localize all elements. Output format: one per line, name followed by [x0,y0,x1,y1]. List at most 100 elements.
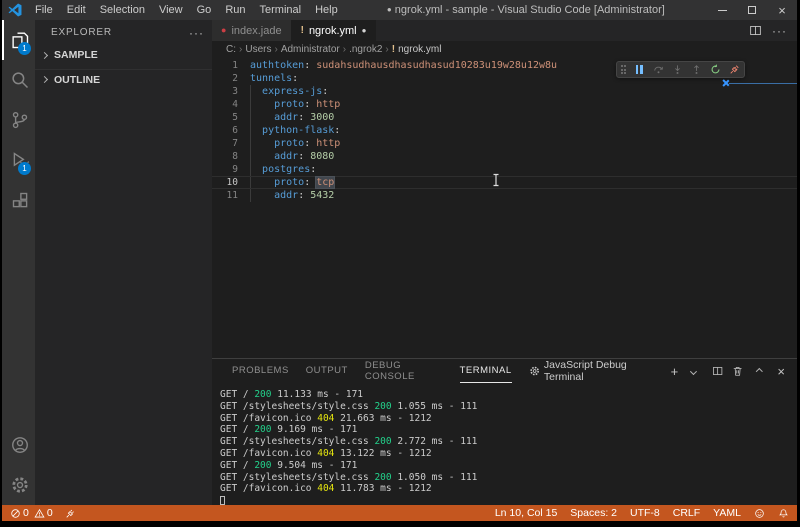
code-line-7[interactable]: 7 proto: http [212,137,797,150]
menu-go[interactable]: Go [190,0,219,20]
new-terminal-button[interactable]: + [671,365,679,378]
status-yaml[interactable]: YAML [713,507,741,519]
explorer-badge: 1 [18,42,31,55]
maximize-panel-chevron-icon[interactable] [756,368,763,375]
status-spaces-2[interactable]: Spaces: 2 [570,507,617,519]
tab-index-jade[interactable]: ● index.jade [212,20,292,41]
menu-run[interactable]: Run [218,0,252,20]
code-line-8[interactable]: 8 addr: 8080 [212,150,797,163]
sidebar-section-outline[interactable]: OUTLINE [35,69,212,89]
editor-more-actions-button[interactable]: ··· [772,24,787,38]
activity-bar: 1 1 [2,20,35,505]
close-button[interactable]: × [767,0,797,20]
menu-help[interactable]: Help [308,0,345,20]
notifications-bell-button[interactable] [778,508,789,519]
activity-settings-button[interactable] [2,465,35,505]
split-terminal-icon[interactable] [712,365,723,377]
explorer-sidebar: EXPLORER ··· SAMPLE OUTLINE [35,20,212,505]
code-line-3[interactable]: 3 express-js: [212,85,797,98]
code-line-11[interactable]: 11 addr: 5432 [212,189,797,202]
feedback-smiley-button[interactable] [754,508,765,519]
error-icon [10,508,21,519]
code-line-9[interactable]: 9 postgres: [212,163,797,176]
code-line-6[interactable]: 6 python-flask: [212,124,797,137]
panel-tab-problems[interactable]: PROBLEMS [232,359,289,383]
kill-terminal-trash-icon[interactable] [732,365,743,377]
breadcrumb-separator-icon: › [343,44,346,55]
step-out-button[interactable] [690,64,702,76]
bell-icon [778,508,789,519]
activity-run-debug-button[interactable]: 1 [2,140,35,180]
maximize-icon [748,6,756,14]
activity-explorer-button[interactable]: 1 [2,20,35,60]
editor-tab-bar: ● index.jade ! ngrok.yml ● ··· [212,20,797,41]
activity-source-control-button[interactable] [2,100,35,140]
menu-file[interactable]: File [28,0,60,20]
bottom-panel: PROBLEMS OUTPUT DEBUG CONSOLE TERMINAL Java… [212,358,797,505]
problems-status-button[interactable]: 0 0 [10,507,53,519]
dirty-dot-icon[interactable]: ● [362,27,367,35]
breadcrumb: C:›Users›Administrator›.ngrok2›!ngrok.ym… [212,41,797,57]
warning-icon [34,508,45,519]
code-line-5[interactable]: 5 addr: 3000 [212,111,797,124]
debug-badge: 1 [18,162,31,175]
menu-selection[interactable]: Selection [93,0,152,20]
breadcrumb-item[interactable]: C: [226,44,236,55]
sidebar-section-sample[interactable]: SAMPLE [35,45,212,65]
activity-extensions-button[interactable] [2,180,35,220]
code-line-4[interactable]: 4 proto: http [212,98,797,111]
terminal-cursor [220,496,225,505]
activity-account-button[interactable] [2,425,35,465]
yaml-file-icon: ! [392,44,395,55]
terminal-line: GET /favicon.ico 404 13.122 ms - 1212 [220,448,797,460]
panel-tab-output[interactable]: OUTPUT [306,359,348,383]
tab-ngrok-yml[interactable]: ! ngrok.yml ● [292,20,377,41]
terminal-output[interactable]: GET / 200 11.133 ms - 171GET /stylesheet… [212,383,797,505]
pause-icon [636,65,643,74]
line-number: 2 [212,72,238,85]
vscode-logo-icon[interactable] [2,3,28,17]
status-bar: 0 0 Ln 10, Col 15 Spaces: 2 UTF-8 CRLF YAML [2,505,797,521]
maximize-button[interactable] [737,0,767,20]
menu-terminal[interactable]: Terminal [253,0,309,20]
debug-session-button[interactable] [65,508,76,519]
line-number: 9 [212,163,238,176]
step-over-button[interactable] [652,64,664,76]
terminal-line: GET / 200 11.133 ms - 171 [220,389,797,401]
panel-tab-terminal[interactable]: TERMINAL [460,359,512,383]
debug-marker-icon [721,79,729,87]
minimize-icon [718,10,727,11]
step-into-button[interactable] [671,64,683,76]
jade-file-icon: ● [221,26,226,35]
breadcrumb-item[interactable]: Administrator [281,44,340,55]
error-count: 0 [23,507,29,519]
status-ln-10-col-15[interactable]: Ln 10, Col 15 [495,507,557,519]
restart-button[interactable] [709,64,721,76]
status-utf-8[interactable]: UTF-8 [630,507,660,519]
menu-view[interactable]: View [152,0,190,20]
explorer-more-actions-button[interactable]: ··· [189,26,204,40]
menu-edit[interactable]: Edit [60,0,93,20]
breadcrumb-separator-icon: › [385,44,388,55]
minimize-button[interactable] [707,0,737,20]
terminal-profile-select[interactable]: JavaScript Debug Terminal [529,359,662,383]
editor-code-area[interactable]: 1authtoken: sudahsudhausdhasudhasud10283… [212,57,797,358]
line-number: 4 [212,98,238,111]
status-crlf[interactable]: CRLF [673,507,700,519]
terminal-dropdown-chevron-icon[interactable] [690,368,697,375]
breadcrumb-item[interactable]: Users [245,44,271,55]
close-panel-button[interactable]: × [777,365,785,378]
line-number: 11 [212,189,238,202]
panel-tab-debug-console[interactable]: DEBUG CONSOLE [365,359,443,383]
pause-button[interactable] [633,64,645,76]
debug-toolbar-drag-handle[interactable] [621,65,627,74]
code-line-10[interactable]: 10 proto: tcp [212,176,797,189]
activity-search-button[interactable] [2,60,35,100]
disconnect-button[interactable] [728,64,740,76]
breadcrumb-item[interactable]: .ngrok2 [349,44,382,55]
extensions-icon [10,190,30,210]
split-editor-icon[interactable] [749,24,762,37]
breadcrumb-item[interactable]: !ngrok.yml [392,44,442,55]
terminal-line: GET / 200 9.504 ms - 171 [220,460,797,472]
line-number: 7 [212,137,238,150]
